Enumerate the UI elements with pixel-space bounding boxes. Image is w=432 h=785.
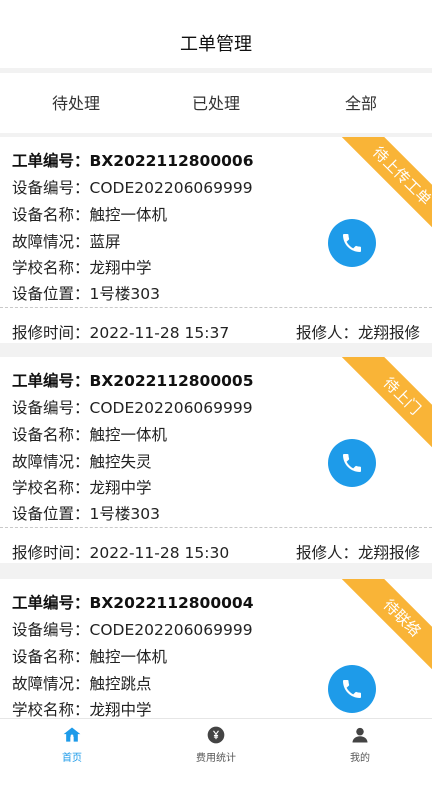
location-row: 设备位置：1号楼303	[12, 502, 160, 524]
school-row: 学校名称：龙翔中学	[12, 476, 152, 498]
device-name-row: 设备名称：触控一体机	[12, 203, 167, 225]
report-time-label: 报修时间：	[12, 324, 90, 342]
reporter-value: 龙翔报修	[357, 544, 420, 562]
user-icon	[352, 727, 368, 743]
reporter-label: 报修人：	[295, 544, 358, 562]
device-number-row: 设备编号：CODE202206069999	[12, 396, 253, 418]
tab-processed[interactable]: 已处理	[156, 73, 276, 133]
device-name-row: 设备名称：触控一体机	[12, 645, 167, 667]
report-time-label: 报修时间：	[12, 544, 90, 562]
nav-fee-stats-label: 费用统计	[196, 753, 236, 764]
work-order-card[interactable]: 工单编号：BX2022112800006 设备编号：CODE2022060699…	[0, 137, 432, 343]
nav-home[interactable]: 首页	[0, 719, 144, 769]
device-name-label: 设备名称：	[12, 648, 90, 666]
report-time: 报修时间：2022-11-28 15:37	[12, 321, 229, 343]
school-label: 学校名称：	[12, 701, 90, 719]
report-time: 报修时间：2022-11-28 15:30	[12, 541, 229, 563]
device-name-label: 设备名称：	[12, 426, 90, 444]
fault-label: 故障情况：	[12, 675, 90, 693]
phone-icon	[343, 680, 361, 698]
bottom-navbar: 首页 费用统计 我的	[0, 718, 432, 769]
fault-value: 蓝屏	[89, 233, 121, 251]
report-time-value: 2022-11-28 15:37	[89, 324, 230, 342]
reporter: 报修人：龙翔报修	[296, 541, 420, 563]
app-header: 工单管理	[0, 0, 432, 68]
school-label: 学校名称：	[12, 259, 90, 277]
home-icon	[63, 727, 81, 742]
status-badge: 待联络	[341, 579, 432, 671]
device-name-label: 设备名称：	[12, 206, 90, 224]
order-number-value: BX2022112800005	[89, 372, 254, 390]
device-number-label: 设备编号：	[12, 399, 90, 417]
device-name-row: 设备名称：触控一体机	[12, 423, 167, 445]
device-number-value: CODE202206069999	[89, 179, 253, 197]
order-number-row: 工单编号：BX2022112800006	[12, 149, 253, 171]
device-number-row: 设备编号：CODE202206069999	[12, 618, 253, 640]
report-time-value: 2022-11-28 15:30	[89, 544, 230, 562]
device-number-row: 设备编号：CODE202206069999	[12, 176, 253, 198]
fault-label: 故障情况：	[12, 233, 90, 251]
fault-value: 触控失灵	[89, 453, 152, 471]
status-ribbon: 待上传工单	[340, 137, 432, 229]
call-button[interactable]	[328, 219, 376, 267]
reporter-value: 龙翔报修	[357, 324, 420, 342]
location-row: 设备位置：1号楼303	[12, 282, 160, 304]
status-ribbon: 待联络	[340, 579, 432, 671]
order-number-value: BX2022112800006	[89, 152, 254, 170]
reporter-label: 报修人：	[295, 324, 358, 342]
nav-mine[interactable]: 我的	[288, 719, 432, 769]
device-number-label: 设备编号：	[12, 179, 90, 197]
school-label: 学校名称：	[12, 479, 90, 497]
fault-value: 触控跳点	[89, 675, 152, 693]
school-value: 龙翔中学	[89, 701, 152, 719]
nav-fee-stats[interactable]: 费用统计	[144, 719, 288, 769]
card-divider	[0, 527, 432, 528]
status-badge: 待上传工单	[341, 137, 432, 229]
fault-row: 故障情况：蓝屏	[12, 230, 121, 252]
location-value: 1号楼303	[89, 285, 160, 303]
phone-icon	[343, 234, 361, 252]
call-button[interactable]	[328, 665, 376, 713]
location-label: 设备位置：	[12, 285, 90, 303]
school-row: 学校名称：龙翔中学	[12, 256, 152, 278]
device-number-value: CODE202206069999	[89, 399, 253, 417]
work-order-card[interactable]: 工单编号：BX2022112800005 设备编号：CODE2022060699…	[0, 357, 432, 563]
tab-pending[interactable]: 待处理	[16, 73, 136, 133]
status-ribbon: 待上门	[340, 357, 432, 449]
device-name-value: 触控一体机	[89, 648, 168, 666]
device-name-value: 触控一体机	[89, 206, 168, 224]
order-number-label: 工单编号：	[12, 594, 90, 612]
page-title: 工单管理	[180, 34, 252, 55]
phone-icon	[343, 454, 361, 472]
nav-mine-label: 我的	[350, 753, 370, 764]
order-number-value: BX2022112800004	[89, 594, 254, 612]
fault-row: 故障情况：触控跳点	[12, 672, 152, 694]
fault-row: 故障情况：触控失灵	[12, 450, 152, 472]
fault-label: 故障情况：	[12, 453, 90, 471]
nav-home-label: 首页	[62, 753, 82, 764]
status-badge: 待上门	[341, 357, 432, 449]
school-value: 龙翔中学	[89, 259, 152, 277]
order-number-label: 工单编号：	[12, 372, 90, 390]
school-value: 龙翔中学	[89, 479, 152, 497]
order-number-row: 工单编号：BX2022112800005	[12, 369, 253, 391]
device-name-value: 触控一体机	[89, 426, 168, 444]
tab-all[interactable]: 全部	[301, 73, 421, 133]
device-number-label: 设备编号：	[12, 621, 90, 639]
tab-bar: 待处理 已处理 全部	[0, 73, 432, 196]
yen-coin-icon	[207, 726, 225, 744]
school-row: 学校名称：龙翔中学	[12, 698, 152, 720]
call-button[interactable]	[328, 439, 376, 487]
order-number-row: 工单编号：BX2022112800004	[12, 591, 253, 613]
device-number-value: CODE202206069999	[89, 621, 253, 639]
card-divider	[0, 307, 432, 308]
location-label: 设备位置：	[12, 505, 90, 523]
location-value: 1号楼303	[89, 505, 160, 523]
order-number-label: 工单编号：	[12, 152, 90, 170]
reporter: 报修人：龙翔报修	[296, 321, 420, 343]
